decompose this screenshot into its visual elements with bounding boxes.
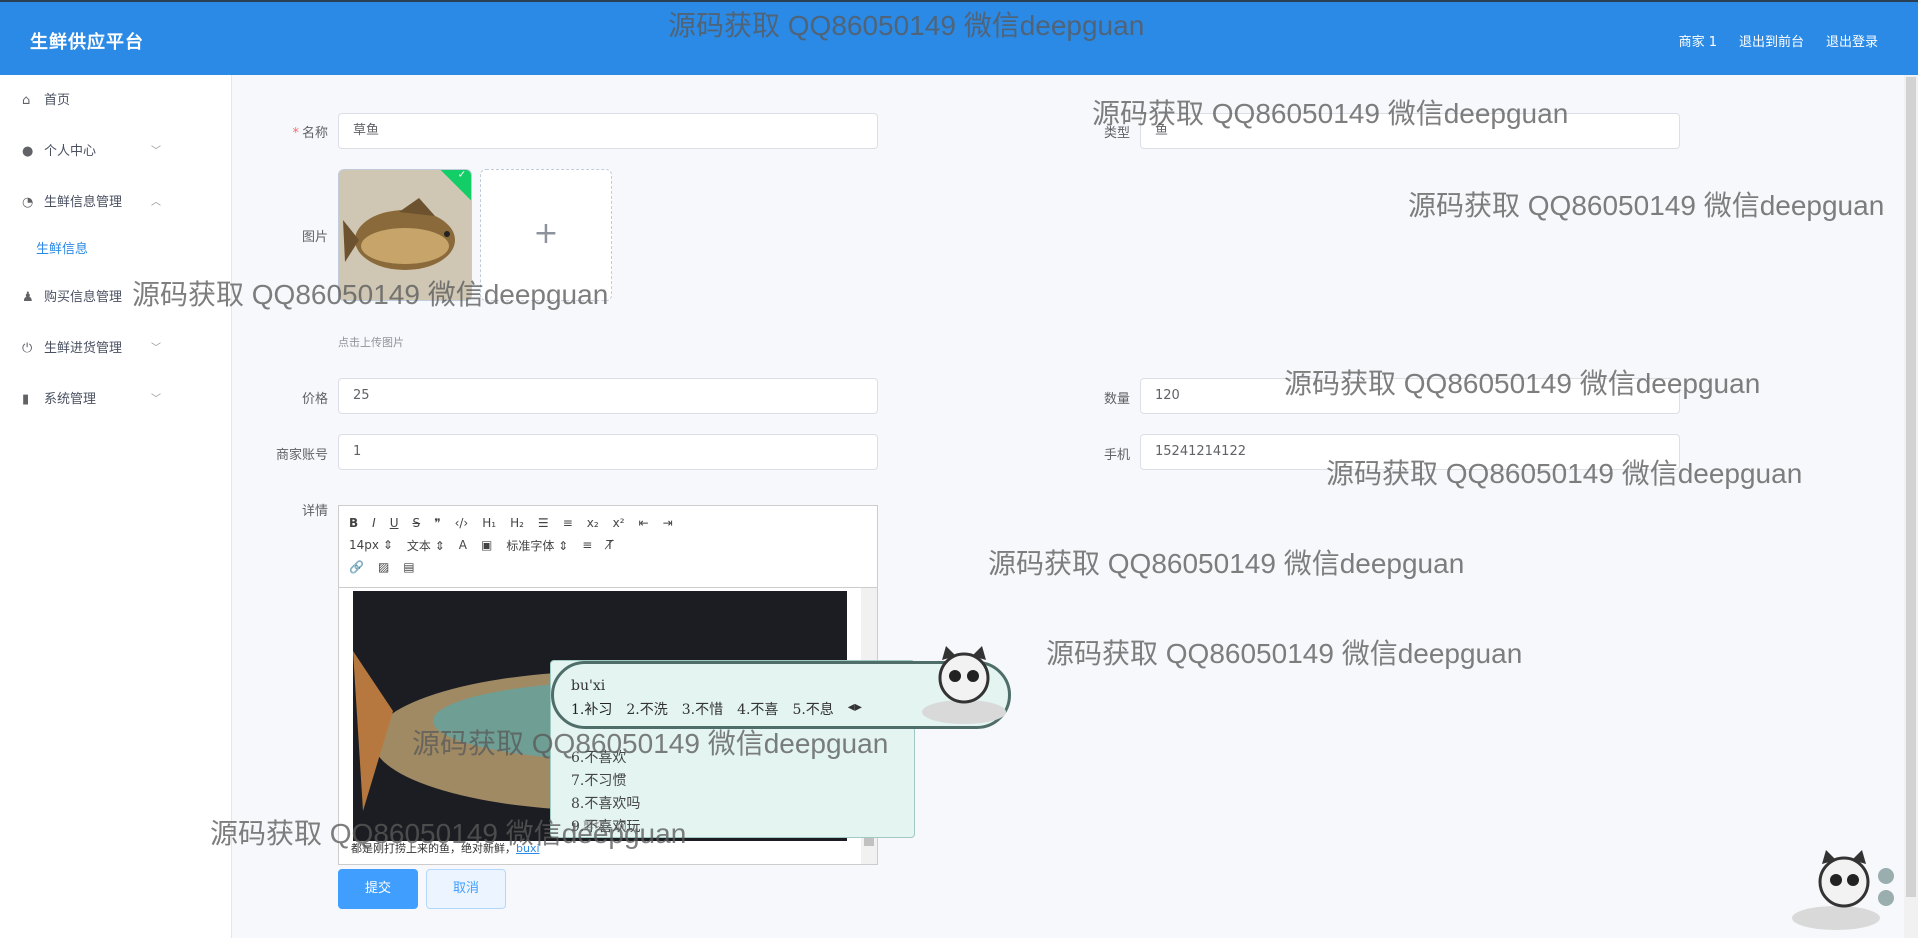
ime-composition: bu'xi	[571, 678, 606, 694]
top-actions: 商家 1 退出到前台 退出登录	[1679, 31, 1878, 50]
power-icon: ⏻	[22, 341, 33, 356]
cancel-button[interactable]: 取消	[426, 869, 506, 909]
price-input[interactable]: 25	[338, 378, 878, 414]
heading2-icon[interactable]: H₂	[510, 516, 524, 530]
page-scrollbar[interactable]	[1904, 75, 1918, 938]
sidebar-item-home[interactable]: ⌂ 首页	[0, 75, 231, 126]
ime-candidate[interactable]: 3.不惜	[682, 699, 723, 719]
clear-format-icon[interactable]: T̸	[606, 538, 613, 552]
detail-label: 详情	[301, 504, 328, 519]
sidebar-item-label: 个人中心	[44, 144, 97, 159]
underline-icon[interactable]: U	[390, 516, 399, 530]
merchant-account-input[interactable]: 1	[338, 434, 878, 470]
sidebar: ⌂ 首页 ● 个人中心 ﹀ ◔ 生鲜信息管理 ︿ 生鲜信息 ♟ 购买信息管理 ⏻…	[0, 75, 232, 938]
price-label: 价格	[301, 392, 328, 407]
bullet-list-icon[interactable]: ≡	[563, 516, 573, 530]
sidebar-subitem-fresh-info[interactable]: 生鲜信息	[0, 228, 231, 272]
merchant-account-label: 商家账号	[275, 448, 328, 463]
name-input[interactable]: 草鱼	[338, 113, 878, 149]
block-type-select[interactable]: 文本 ⇕	[407, 537, 445, 554]
chevron-down-icon: ﹀	[151, 394, 161, 405]
ime-candidate[interactable]: 6.不喜欢	[571, 747, 640, 770]
app-title: 生鲜供应平台	[30, 32, 144, 53]
upload-tip: 点击上传图片	[338, 336, 404, 349]
uploaded-image[interactable]: ✓	[338, 169, 472, 301]
composing-text: buxi	[516, 842, 540, 855]
user-icon: ●	[22, 144, 34, 159]
sidebar-item-label: 系统管理	[44, 392, 97, 407]
name-label: * 名称	[292, 126, 328, 141]
quantity-label: 数量	[1103, 392, 1130, 407]
gauge-icon: ◔	[22, 195, 34, 210]
phone-input[interactable]: 15241214122	[1140, 434, 1680, 470]
ime-candidate-row: 1.补习 2.不洗 3.不惜 4.不喜 5.不息 ◂▸	[571, 699, 862, 719]
person-icon: ♟	[22, 290, 34, 305]
code-icon[interactable]: ‹/›	[455, 516, 469, 530]
ime-candidate[interactable]: 4.不喜	[737, 699, 778, 719]
sidebar-item-personal-center[interactable]: ● 个人中心 ﹀	[0, 126, 231, 177]
strikethrough-icon[interactable]: S	[413, 516, 421, 530]
sidebar-item-fresh-info-mgmt[interactable]: ◔ 生鲜信息管理 ︿	[0, 177, 231, 228]
sidebar-item-label: 生鲜信息管理	[44, 195, 123, 210]
logout-link[interactable]: 退出登录	[1826, 31, 1878, 50]
type-label: 类型	[1103, 126, 1130, 141]
sidebar-item-label: 首页	[44, 93, 71, 108]
sidebar-item-label: 生鲜进货管理	[44, 341, 123, 356]
corner-mascot-icon	[1792, 850, 1894, 930]
check-icon: ✓	[457, 169, 467, 181]
image-icon[interactable]: ▨	[378, 560, 389, 574]
bold-icon[interactable]: B	[349, 516, 358, 530]
upload-add-button[interactable]: +	[480, 169, 612, 301]
image-label: 图片	[301, 230, 328, 245]
fish-image	[339, 170, 471, 300]
chart-icon: ▮	[22, 392, 30, 407]
ime-candidate[interactable]: 1.补习	[571, 699, 612, 719]
link-icon[interactable]: 🔗	[349, 560, 364, 574]
home-icon: ⌂	[22, 93, 31, 108]
editor-content-text: 都是刚打捞上来的鱼，绝对新鲜，buxi	[351, 842, 540, 855]
video-icon[interactable]: ▤	[403, 560, 414, 574]
ime-next-page-icon[interactable]: ◂▸	[848, 699, 862, 719]
ime-candidate[interactable]: 8.不喜欢吗	[571, 793, 640, 816]
background-color-icon[interactable]: ▣	[481, 538, 492, 552]
chevron-down-icon: ﹀	[151, 146, 161, 157]
ordered-list-icon[interactable]: ☰	[538, 516, 549, 530]
font-family-select[interactable]: 标准字体 ⇕	[506, 537, 568, 554]
ime-mascot-icon	[922, 646, 1006, 724]
indent-icon[interactable]: ⇥	[663, 516, 673, 530]
font-size-select[interactable]: 14px ⇕	[349, 538, 393, 552]
top-navbar: 生鲜供应平台 商家 1 退出到前台 退出登录	[0, 0, 1918, 75]
watermark: 源码获取 QQ86050149 微信deepguan	[1408, 190, 1885, 221]
chevron-down-icon: ﹀	[151, 343, 161, 354]
outdent-icon[interactable]: ⇤	[639, 516, 649, 530]
phone-label: 手机	[1103, 448, 1130, 463]
type-input[interactable]: 鱼	[1140, 113, 1680, 149]
ime-footer: 剪切 · 词	[583, 819, 627, 832]
front-page-link[interactable]: 退出到前台	[1739, 31, 1804, 50]
plus-icon: +	[533, 216, 559, 251]
font-color-icon[interactable]: A	[459, 538, 467, 552]
sidebar-item-system-mgmt[interactable]: ▮ 系统管理 ﹀	[0, 374, 231, 425]
ime-candidate-window: bu'xi 1.补习 2.不洗 3.不惜 4.不喜 5.不息 ◂▸ 6.不喜欢 …	[550, 660, 1011, 838]
sidebar-item-purchase-mgmt[interactable]: ♟ 购买信息管理	[0, 272, 231, 323]
watermark: 源码获取 QQ86050149 微信deepguan	[988, 548, 1465, 579]
heading1-icon[interactable]: H₁	[482, 516, 496, 530]
sidebar-item-stock-mgmt[interactable]: ⏻ 生鲜进货管理 ﹀	[0, 323, 231, 374]
ime-candidate[interactable]: 7.不习惯	[571, 770, 640, 793]
sidebar-item-label: 购买信息管理	[44, 290, 123, 305]
align-icon[interactable]: ≡	[582, 538, 592, 552]
quantity-input[interactable]: 120	[1140, 378, 1680, 414]
editor-toolbar: B I U S ❞ ‹/› H₁ H₂ ☰ ≡ x₂ x² ⇤ ⇥ 14px ⇕…	[339, 506, 877, 588]
chevron-up-icon: ︿	[151, 197, 161, 208]
current-user-label[interactable]: 商家 1	[1679, 31, 1717, 50]
subscript-icon[interactable]: x₂	[587, 516, 599, 530]
ime-candidate[interactable]: 5.不息	[792, 699, 833, 719]
submit-button[interactable]: 提交	[338, 869, 418, 909]
watermark: 源码获取 QQ86050149 微信deepguan	[1046, 638, 1523, 669]
italic-icon[interactable]: I	[372, 516, 376, 530]
superscript-icon[interactable]: x²	[613, 516, 625, 530]
ime-candidate[interactable]: 2.不洗	[626, 699, 667, 719]
blockquote-icon[interactable]: ❞	[434, 516, 440, 530]
